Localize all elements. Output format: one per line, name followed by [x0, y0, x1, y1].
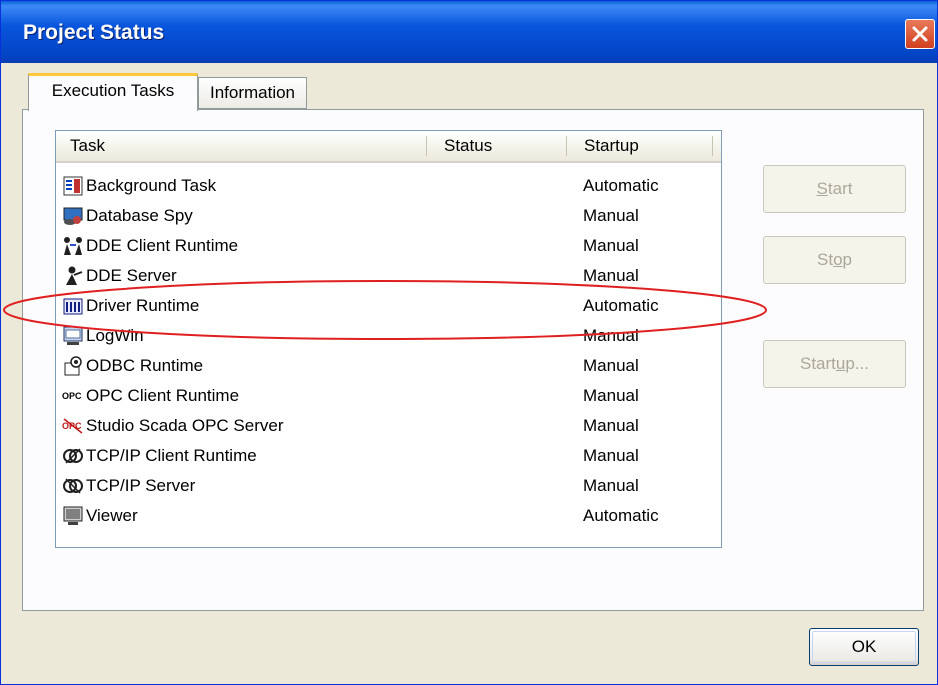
task-startup: Manual [583, 356, 639, 375]
project-status-dialog: Project Status Execution Tasks Informati… [0, 0, 938, 685]
odbc-runtime-icon [64, 356, 82, 376]
close-button[interactable] [905, 19, 935, 49]
background-task-icon [63, 176, 83, 196]
opc-server-icon: OPC [62, 418, 83, 434]
task-startup: Automatic [583, 506, 659, 525]
task-name: ODBC Runtime [86, 356, 204, 375]
tcpip-server-icon [63, 478, 83, 494]
column-header-startup[interactable]: Startup [570, 131, 710, 161]
table-row[interactable]: Viewer Automatic [56, 501, 721, 531]
task-startup: Manual [583, 386, 639, 405]
dialog-client-area: Execution Tasks Information Task Status … [8, 63, 931, 679]
task-name: Background Task [86, 176, 217, 195]
column-header-status[interactable]: Status [430, 131, 566, 161]
task-name: DDE Client Runtime [86, 236, 239, 255]
start-button[interactable]: Start [763, 165, 906, 213]
task-startup: Automatic [583, 176, 659, 195]
task-name: Viewer [86, 506, 138, 525]
task-name: Database Spy [86, 206, 193, 225]
task-name: OPC Client Runtime [86, 386, 240, 405]
svg-text:OPC: OPC [62, 391, 82, 401]
table-row[interactable]: OPC Studio Scada OPC Server Manual [56, 411, 721, 441]
window-title: Project Status [23, 21, 165, 44]
column-divider[interactable] [426, 136, 427, 156]
stop-button[interactable]: Stop [763, 236, 906, 284]
ok-button[interactable]: OK [809, 628, 919, 666]
task-startup: Manual [583, 206, 639, 225]
task-name: TCP/IP Server [86, 476, 196, 495]
tab-information[interactable]: Information [198, 77, 307, 109]
tcpip-client-icon [63, 448, 83, 464]
table-row[interactable]: OPC OPC Client Runtime Manual [56, 381, 721, 411]
title-bar[interactable]: Project Status [1, 1, 937, 63]
close-icon [912, 26, 928, 42]
table-row[interactable]: DDE Client Runtime Manual [56, 231, 721, 261]
column-divider[interactable] [566, 136, 567, 156]
column-divider[interactable] [712, 136, 713, 156]
column-header-task[interactable]: Task [56, 131, 426, 161]
ok-button-label: OK [851, 637, 877, 656]
table-row[interactable]: Database Spy Manual [56, 201, 721, 231]
list-header: Task Status Startup [56, 131, 721, 163]
execution-tasks-panel: Task Status Startup Background Task Auto… [22, 109, 924, 611]
startup-button[interactable]: Startup... [763, 340, 906, 388]
dde-client-icon [64, 237, 82, 255]
task-name: Studio Scada OPC Server [86, 416, 284, 435]
viewer-icon [63, 506, 83, 525]
opc-client-icon: OPC [62, 391, 82, 401]
task-startup: Manual [583, 416, 639, 435]
annotation-ellipse [3, 280, 767, 340]
table-row[interactable]: Background Task Automatic [56, 171, 721, 201]
task-name: TCP/IP Client Runtime [86, 446, 257, 465]
table-row[interactable]: ODBC Runtime Manual [56, 351, 721, 381]
task-startup: Manual [583, 476, 639, 495]
table-row[interactable]: TCP/IP Client Runtime Manual [56, 441, 721, 471]
database-spy-icon [63, 207, 83, 225]
tab-execution-tasks[interactable]: Execution Tasks [28, 73, 198, 111]
task-startup: Manual [583, 446, 639, 465]
table-row[interactable]: TCP/IP Server Manual [56, 471, 721, 501]
task-startup: Manual [583, 236, 639, 255]
